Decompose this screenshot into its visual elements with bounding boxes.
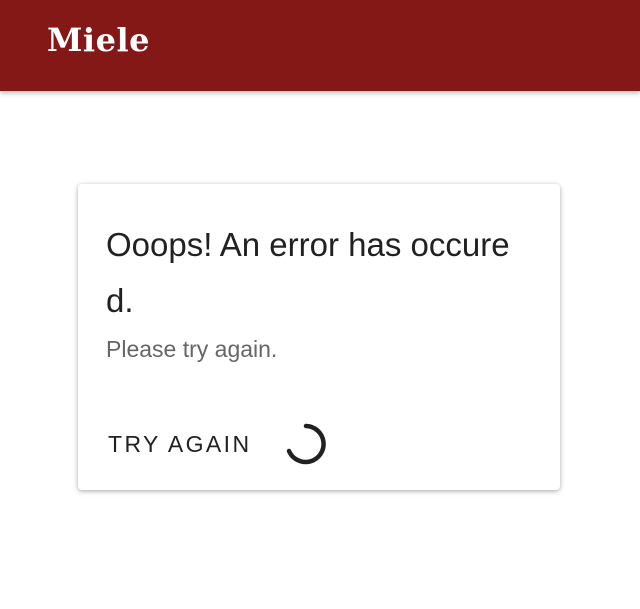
try-again-label: TRY AGAIN <box>108 430 252 457</box>
app-header: Miele <box>0 0 640 91</box>
miele-logo: Miele <box>47 21 150 59</box>
error-title: Ooops! An error has occured. <box>106 226 510 319</box>
error-subtitle: Please try again. <box>106 336 278 362</box>
error-card: Ooops! An error has occured. Please try … <box>78 184 560 490</box>
loading-spinner-icon <box>286 423 326 465</box>
try-again-button[interactable]: TRY AGAIN <box>98 420 261 468</box>
